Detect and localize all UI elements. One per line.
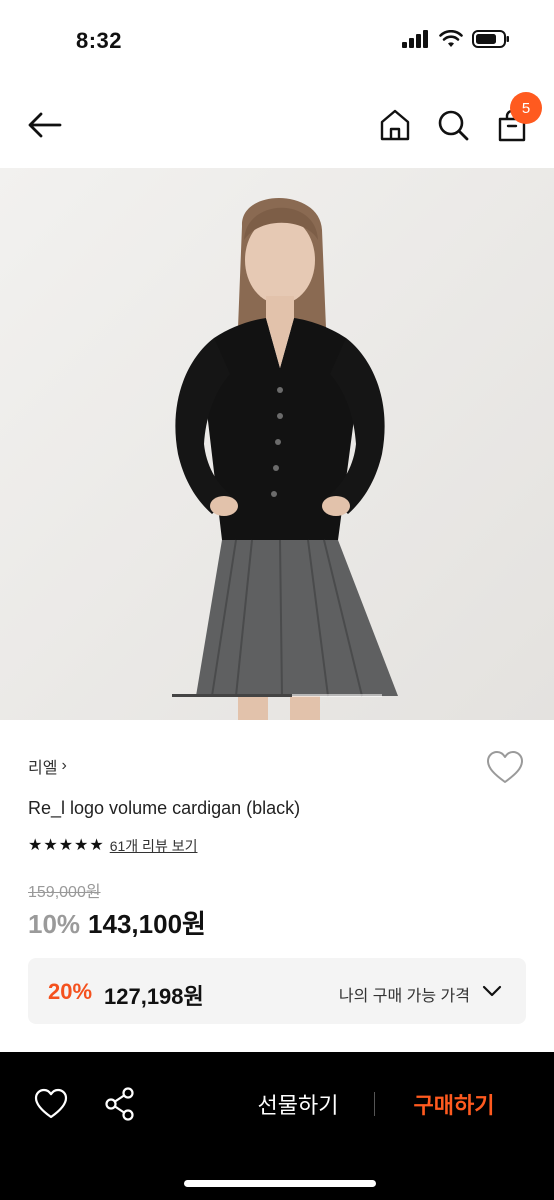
bottom-action-bar: 선물하기 구매하기 (0, 1052, 554, 1200)
reviews-link[interactable]: 61개 리뷰 보기 (110, 836, 198, 856)
rating-row: ★ ★ ★ ★ ★ 61개 리뷰 보기 (28, 836, 197, 856)
home-indicator (184, 1180, 376, 1187)
my-price-box[interactable]: 20% 127,198원 나의 구매 가능 가격 (28, 958, 526, 1024)
star-icon: ★ (89, 837, 104, 854)
gift-button[interactable]: 선물하기 (240, 1088, 356, 1120)
status-bar: 8:32 (0, 0, 554, 84)
star-icon: ★ (58, 837, 74, 854)
brand-link[interactable]: 리엘 › (28, 754, 67, 778)
bottom-wishlist-button[interactable] (34, 1088, 68, 1120)
top-nav (0, 84, 554, 168)
status-time: 8:32 (76, 28, 123, 53)
sale-price: 143,100원 (88, 909, 206, 939)
brand-name: 리엘 (28, 760, 58, 777)
product-photo (0, 168, 554, 720)
image-slider-progress (172, 694, 292, 697)
home-button[interactable] (378, 108, 412, 142)
home-icon (380, 109, 410, 141)
product-title: Re_l logo volume cardigan (black) (28, 798, 301, 818)
my-discount-rate: 20% (48, 979, 93, 1004)
share-icon (105, 1087, 134, 1121)
chevron-down-icon (482, 985, 502, 997)
buy-button[interactable]: 구매하기 (396, 1088, 512, 1120)
button-divider (374, 1092, 375, 1116)
star-rating: ★ ★ ★ ★ ★ (28, 838, 104, 854)
share-button[interactable] (104, 1086, 136, 1122)
arrow-left-icon (28, 112, 62, 138)
search-icon (438, 110, 469, 141)
my-price: 127,198원 (104, 984, 204, 1009)
my-price-label: 나의 구매 가능 가격 (338, 988, 470, 1005)
star-icon: ★ (74, 837, 89, 854)
heart-outline-icon (487, 751, 523, 783)
cart-count-badge: 5 (510, 92, 542, 124)
original-price: 159,000원 (28, 884, 101, 901)
search-button[interactable] (436, 108, 470, 142)
status-icons (402, 30, 510, 48)
wishlist-button[interactable] (486, 750, 524, 786)
heart-outline-icon (34, 1088, 68, 1119)
cellular-signal-icon (402, 30, 428, 48)
discount-rate: 10% (28, 909, 81, 939)
star-icon: ★ (43, 837, 58, 854)
product-image[interactable] (0, 168, 554, 720)
wifi-icon (439, 30, 463, 47)
price-row: 10% 143,100원 (28, 904, 206, 941)
image-slider-indicator (172, 694, 382, 697)
battery-icon (472, 30, 509, 48)
star-icon: ★ (28, 837, 43, 854)
back-button[interactable] (26, 108, 64, 142)
chevron-right-icon: › (61, 757, 67, 774)
